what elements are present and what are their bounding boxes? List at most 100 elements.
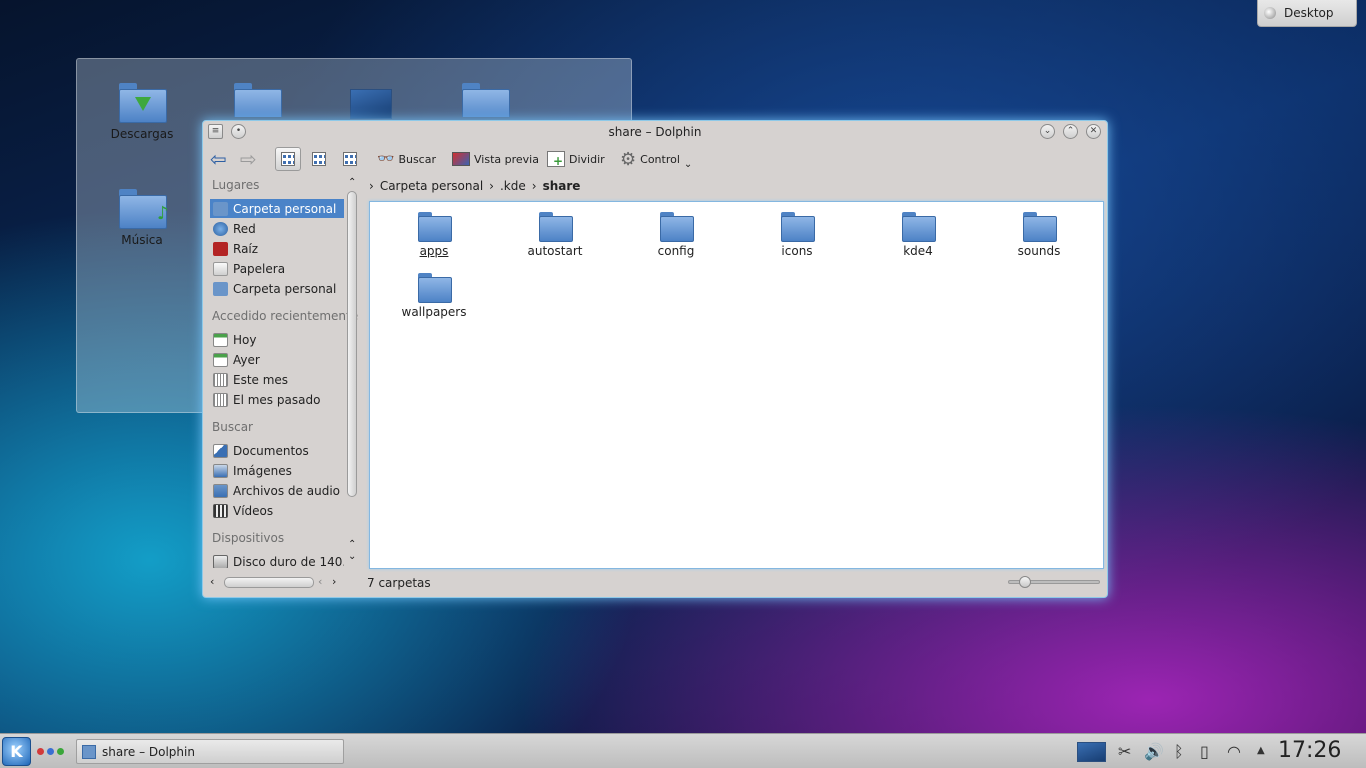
minimize-button[interactable]: ⌄ — [1040, 124, 1055, 139]
forward-button[interactable]: ⇨ — [240, 147, 257, 171]
scroll-up-icon[interactable]: ⌃ — [348, 539, 356, 550]
scroll-left-icon[interactable]: ‹ — [318, 575, 322, 588]
folder-icon — [660, 212, 694, 242]
scroll-down-icon[interactable]: ⌄ — [348, 551, 356, 562]
recent-today[interactable]: Hoy — [210, 330, 344, 349]
split-button[interactable]: + Dividir — [547, 147, 605, 171]
back-button[interactable]: ⇦ — [210, 147, 227, 171]
maximize-button[interactable]: ⌃ — [1063, 124, 1078, 139]
activity-switcher[interactable] — [37, 748, 64, 755]
place-label: Carpeta personal — [233, 201, 337, 216]
search-videos[interactable]: Vídeos — [210, 501, 344, 520]
volume-icon[interactable]: 🔊 — [1144, 742, 1164, 761]
home-folder-icon — [213, 201, 228, 216]
binoculars-icon: 👓 — [377, 151, 395, 167]
compact-view-icon — [312, 152, 326, 166]
desktop-toolbox[interactable]: Desktop — [1257, 0, 1357, 27]
breadcrumb-separator-icon[interactable]: › — [532, 179, 537, 193]
wifi-icon[interactable]: ◠ — [1227, 742, 1241, 761]
task-item-dolphin[interactable]: share – Dolphin — [76, 739, 344, 764]
video-clapper-icon — [213, 503, 228, 518]
search-button-label: Buscar — [398, 152, 436, 166]
file-item-label: apps — [419, 244, 449, 258]
search-documents[interactable]: Documentos — [210, 441, 344, 460]
device-hard-disk[interactable]: Disco duro de 140.6 G — [210, 552, 344, 568]
activity-dot-icon — [37, 748, 44, 755]
scissors-icon[interactable]: ✂ — [1118, 742, 1131, 761]
breadcrumb-separator-icon[interactable]: › — [489, 179, 494, 193]
control-button-label: Control — [640, 152, 680, 166]
file-item-autostart[interactable]: autostart — [505, 212, 605, 258]
scrollbar-thumb[interactable] — [224, 577, 314, 588]
breadcrumb-item[interactable]: .kde — [500, 179, 526, 193]
file-item-icons[interactable]: icons — [747, 212, 847, 258]
documents-icon — [213, 443, 228, 458]
file-item-kde4[interactable]: kde4 — [868, 212, 968, 258]
sidebar-vertical-scrollbar[interactable]: ⌃ ⌃ ⌄ — [345, 177, 359, 568]
breadcrumb-current[interactable]: share — [543, 179, 581, 193]
search-button[interactable]: 👓 Buscar — [377, 147, 436, 171]
place-home[interactable]: Carpeta personal — [210, 199, 344, 218]
preview-button[interactable]: Vista previa — [452, 147, 539, 171]
breadcrumb-item[interactable]: Carpeta personal — [380, 179, 483, 193]
download-arrow-icon — [135, 97, 151, 111]
file-view[interactable]: apps autostart config icons kde4 sounds … — [369, 201, 1104, 569]
place-label: Ayer — [233, 352, 260, 367]
place-home-2[interactable]: Carpeta personal — [210, 279, 344, 298]
file-item-sounds[interactable]: sounds — [989, 212, 1089, 258]
desktop-icon-musica[interactable]: ♪ Música — [102, 189, 182, 247]
folder-icon — [418, 212, 452, 242]
control-button[interactable]: ⚙ Control ⌄ — [620, 147, 692, 171]
battery-icon[interactable]: ▯ — [1200, 742, 1209, 761]
preview-icon — [452, 152, 470, 166]
scroll-up-icon[interactable]: ⌃ — [348, 177, 356, 188]
trash-icon — [213, 261, 228, 276]
bluetooth-icon[interactable]: ᛒ — [1174, 742, 1184, 761]
application-launcher-kde-icon[interactable]: K — [2, 737, 31, 766]
breadcrumb: › Carpeta personal › .kde › share — [369, 176, 580, 196]
desktop-icon-partial-2[interactable] — [331, 89, 411, 119]
zoom-slider[interactable] — [1008, 576, 1100, 588]
tray-expand-icon[interactable]: ▲ — [1257, 745, 1265, 756]
title-bar[interactable]: ≡ • share – Dolphin ⌄ ⌃ ✕ — [203, 121, 1107, 143]
places-panel: Lugares Carpeta personal Red Raíz Papele… — [208, 176, 361, 568]
sidebar-horizontal-scrollbar[interactable]: ‹ ‹ › — [208, 575, 345, 590]
desktop-icon-descargas[interactable]: Descargas — [102, 83, 182, 141]
place-label: Raíz — [233, 241, 259, 256]
compact-view-button[interactable] — [306, 147, 332, 171]
search-audio[interactable]: Archivos de audio — [210, 481, 344, 500]
calendar-month-icon — [213, 372, 228, 387]
section-title: Buscar — [212, 420, 253, 434]
details-view-button[interactable] — [337, 147, 363, 171]
place-label: El mes pasado — [233, 392, 321, 407]
folder-icon — [418, 273, 452, 303]
file-item-apps[interactable]: apps — [384, 212, 484, 258]
place-network[interactable]: Red — [210, 219, 344, 238]
pager-icon[interactable] — [1077, 742, 1106, 762]
recent-this-month[interactable]: Este mes — [210, 370, 344, 389]
place-trash[interactable]: Papelera — [210, 259, 344, 278]
place-label: Disco duro de 140.6 G — [233, 554, 344, 569]
images-icon — [213, 463, 228, 478]
dolphin-window[interactable]: ≡ • share – Dolphin ⌄ ⌃ ✕ ⇦ ⇨ 👓 Buscar V… — [202, 120, 1108, 598]
clock[interactable]: 17:26 — [1278, 738, 1341, 763]
scroll-right-icon[interactable]: › — [332, 575, 336, 588]
status-text: 7 carpetas — [367, 576, 431, 590]
recent-last-month[interactable]: El mes pasado — [210, 390, 344, 409]
file-item-config[interactable]: config — [626, 212, 726, 258]
search-images[interactable]: Imágenes — [210, 461, 344, 480]
icons-view-button[interactable] — [275, 147, 301, 171]
desktop-icon-partial-1[interactable] — [217, 83, 297, 117]
recent-yesterday[interactable]: Ayer — [210, 350, 344, 369]
scroll-left-icon[interactable]: ‹ — [210, 575, 214, 588]
desktop-icon-partial-3[interactable] — [445, 83, 525, 117]
place-label: Este mes — [233, 372, 289, 387]
file-item-wallpapers[interactable]: wallpapers — [384, 273, 484, 319]
close-button[interactable]: ✕ — [1086, 124, 1101, 139]
file-item-label: kde4 — [903, 244, 933, 258]
folder-icon — [539, 212, 573, 242]
zoom-slider-handle[interactable] — [1019, 576, 1031, 588]
place-root[interactable]: Raíz — [210, 239, 344, 258]
breadcrumb-separator-icon[interactable]: › — [369, 179, 374, 193]
scrollbar-thumb[interactable] — [347, 191, 357, 497]
